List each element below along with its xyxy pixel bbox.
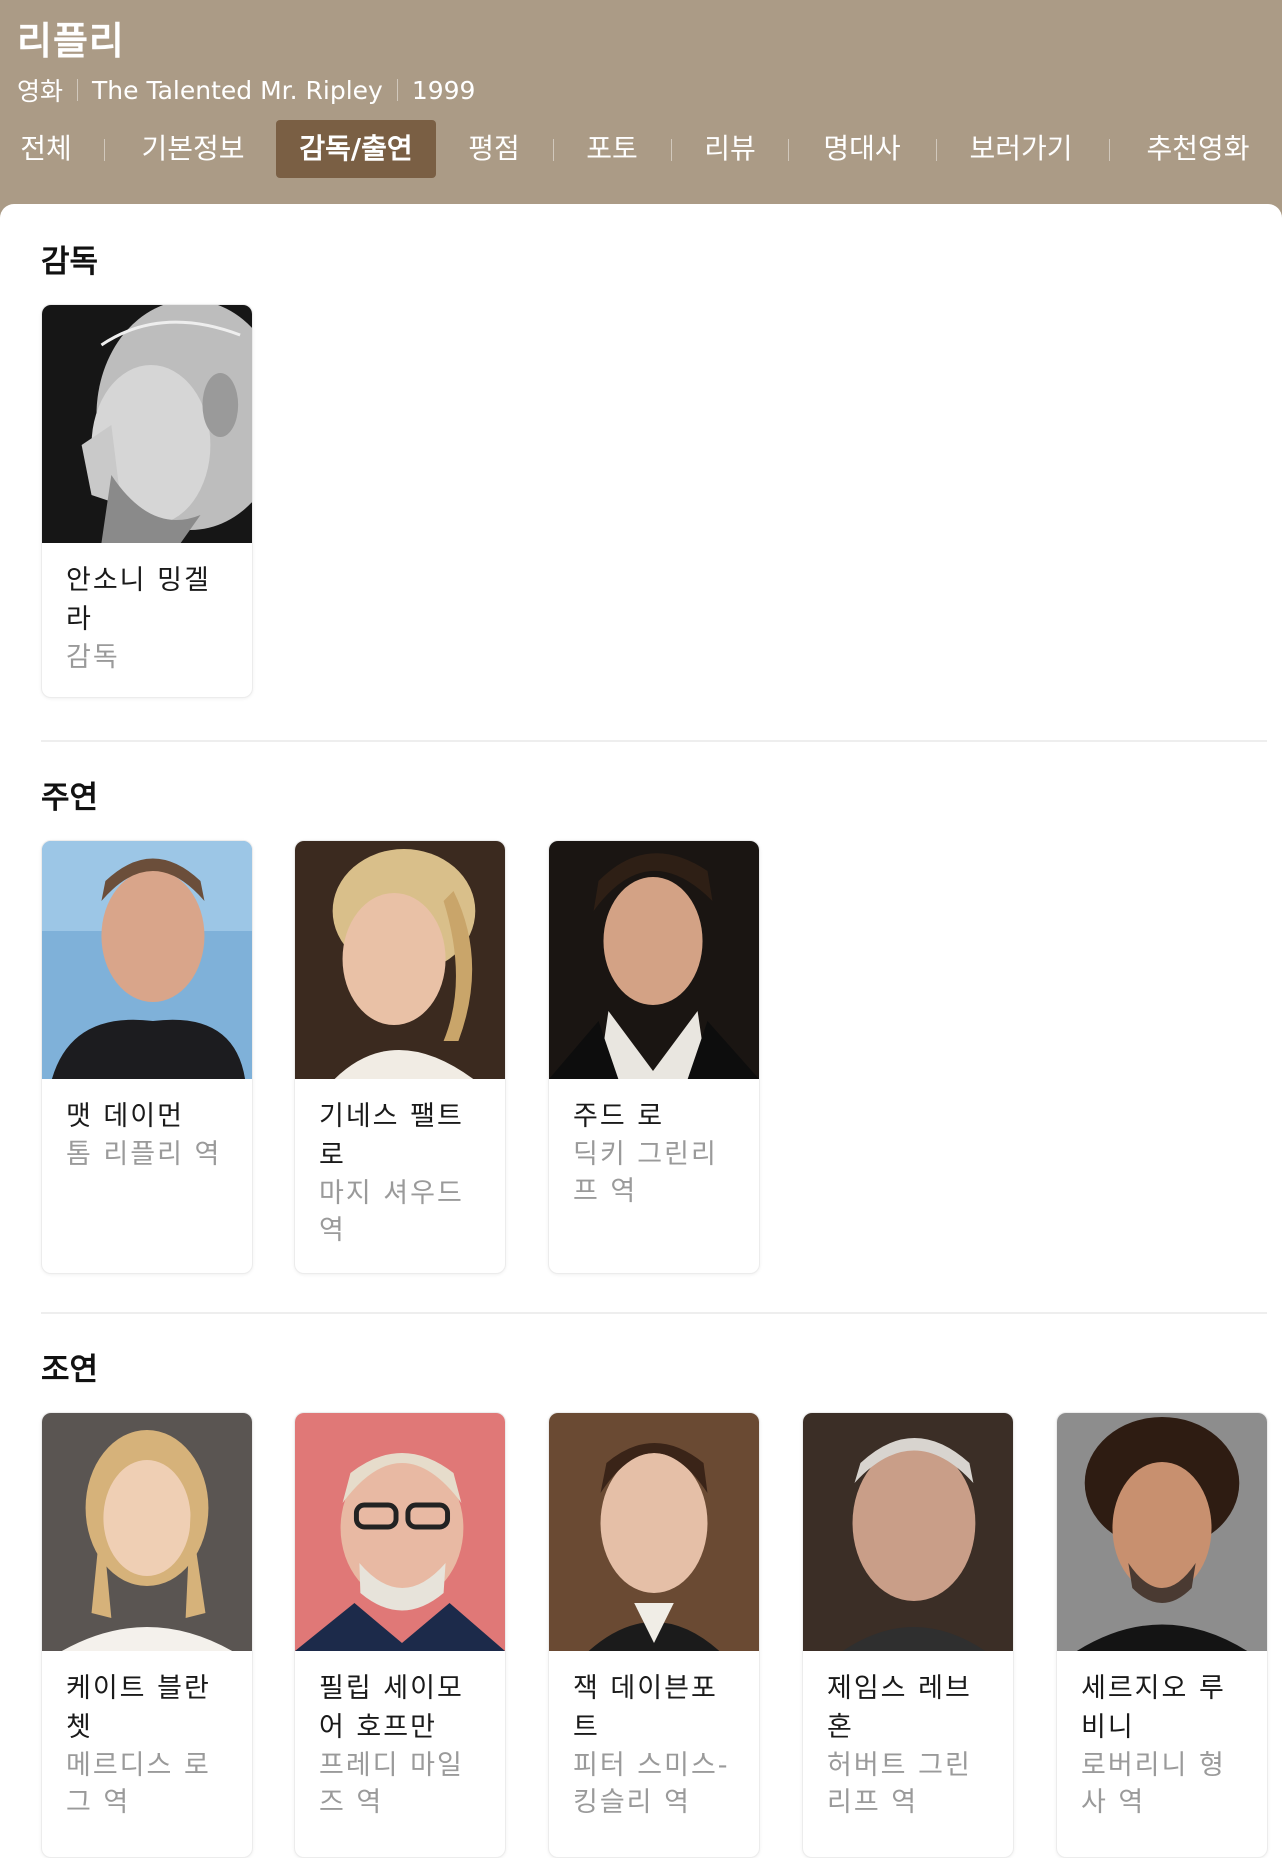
- person-name: 맷 데이먼: [66, 1101, 184, 1132]
- tab-cast[interactable]: 감독/출연: [276, 120, 436, 178]
- person-photo: [803, 1413, 1013, 1651]
- person-photo: [549, 1413, 759, 1651]
- movie-title: 리플리: [17, 19, 125, 63]
- movie-header: 리플리 영화 The Talented Mr. Ripley 1999 전체 기…: [0, 0, 1282, 204]
- movie-meta: 영화 The Talented Mr. Ripley 1999: [17, 72, 475, 108]
- person-photo: [42, 1413, 252, 1651]
- tab-recommended[interactable]: 추천영화: [1128, 120, 1268, 178]
- cast-content: 감독 안소니 밍겔라 감독 주연 맷 데이먼 톰 리플리 역 기네스 팰트로 마…: [0, 204, 1282, 1858]
- person-role: 톰 리플리 역: [66, 1139, 222, 1170]
- section-title-supporting: 조연: [41, 1352, 99, 1388]
- person-photo: [42, 841, 252, 1079]
- tab-rating[interactable]: 평점: [450, 120, 538, 178]
- tab-review[interactable]: 리뷰: [686, 120, 774, 178]
- tab-divider: [1109, 139, 1110, 161]
- tab-photo[interactable]: 포토: [568, 120, 656, 178]
- person-role: 마지 셔우드 역: [319, 1178, 464, 1246]
- tab-divider: [104, 139, 105, 161]
- person-photo: [295, 1413, 505, 1651]
- person-name: 주드 로: [573, 1101, 665, 1132]
- person-name: 필립 세이모어 호프만: [319, 1673, 464, 1743]
- person-card[interactable]: 안소니 밍겔라 감독: [41, 304, 253, 698]
- person-name: 안소니 밍겔라: [66, 565, 211, 635]
- person-photo: [42, 305, 252, 543]
- tab-divider: [936, 139, 937, 161]
- tab-divider: [788, 139, 789, 161]
- section-title-director: 감독: [41, 244, 99, 280]
- person-role: 감독: [66, 642, 120, 673]
- person-role: 프레디 마일즈 역: [319, 1750, 464, 1818]
- tab-basic-info[interactable]: 기본정보: [124, 120, 262, 178]
- person-name: 케이트 블란쳇: [66, 1673, 211, 1743]
- person-role: 딕키 그린리프 역: [573, 1139, 718, 1207]
- person-name: 제임스 레브혼: [827, 1673, 972, 1743]
- person-card[interactable]: 제임스 레브혼 허버트 그린리프 역: [802, 1412, 1014, 1858]
- person-role: 로버리니 형사 역: [1081, 1750, 1226, 1818]
- meta-year: 1999: [411, 75, 476, 105]
- person-name: 기네스 팰트로: [319, 1101, 464, 1171]
- person-card[interactable]: 주드 로 딕키 그린리프 역: [548, 840, 760, 1274]
- meta-divider: [77, 79, 79, 101]
- section-title-lead: 주연: [41, 780, 99, 816]
- meta-divider: [396, 79, 398, 101]
- tab-divider: [553, 139, 554, 161]
- person-card[interactable]: 세르지오 루비니 로버리니 형사 역: [1056, 1412, 1268, 1858]
- meta-original-title: The Talented Mr. Ripley: [92, 75, 383, 105]
- section-divider: [41, 740, 1267, 742]
- tab-watch[interactable]: 보러가기: [956, 120, 1086, 178]
- tab-all[interactable]: 전체: [6, 120, 86, 178]
- person-card[interactable]: 필립 세이모어 호프만 프레디 마일즈 역: [294, 1412, 506, 1858]
- tab-bar: 전체 기본정보 감독/출연 평점 포토 리뷰 명대사 보러가기 추천영화: [0, 120, 1282, 180]
- person-card[interactable]: 케이트 블란쳇 메르디스 로그 역: [41, 1412, 253, 1858]
- person-photo: [549, 841, 759, 1079]
- person-photo: [1057, 1413, 1267, 1651]
- person-card[interactable]: 맷 데이먼 톰 리플리 역: [41, 840, 253, 1274]
- person-photo: [295, 841, 505, 1079]
- person-name: 잭 데이븐포트: [573, 1673, 718, 1743]
- person-card[interactable]: 기네스 팰트로 마지 셔우드 역: [294, 840, 506, 1274]
- meta-type: 영화: [17, 77, 64, 106]
- tab-quotes[interactable]: 명대사: [806, 120, 918, 178]
- section-divider: [41, 1312, 1267, 1314]
- tab-divider: [671, 139, 672, 161]
- person-role: 메르디스 로그 역: [66, 1750, 211, 1818]
- person-card[interactable]: 잭 데이븐포트 피터 스미스-킹슬리 역: [548, 1412, 760, 1858]
- person-role: 허버트 그린리프 역: [827, 1750, 972, 1818]
- person-role: 피터 스미스-킹슬리 역: [573, 1750, 730, 1818]
- person-name: 세르지오 루비니: [1081, 1673, 1226, 1743]
